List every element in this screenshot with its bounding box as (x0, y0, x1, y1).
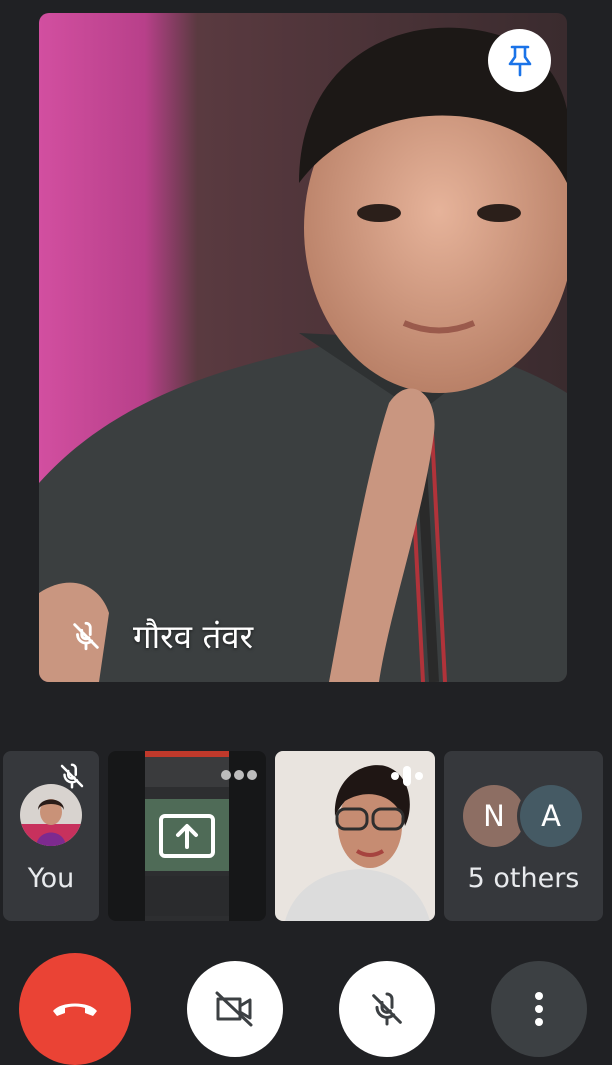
more-vert-icon (535, 992, 543, 1026)
avatar-initial: N (483, 799, 505, 833)
end-call-icon (53, 1003, 97, 1016)
main-video-tile[interactable]: गौरव तंवर (39, 13, 567, 682)
self-label: You (27, 863, 75, 894)
avatar: N (463, 785, 525, 847)
camera-tile[interactable] (275, 751, 435, 921)
mic-toggle-button[interactable] (339, 961, 435, 1057)
self-tile[interactable]: You (3, 751, 99, 921)
avatar (20, 784, 82, 846)
audio-level-icon (391, 766, 423, 786)
main-participant-name: गौरव तंवर (133, 617, 254, 656)
main-participant-label: गौरव तंवर (69, 613, 253, 658)
mic-off-icon (372, 992, 402, 1026)
others-tile[interactable]: N A 5 others (444, 751, 603, 921)
camera-toggle-button[interactable] (187, 961, 283, 1057)
call-controls (0, 953, 612, 1065)
camera-off-icon (215, 991, 253, 1027)
pin-button[interactable] (488, 29, 551, 92)
others-label: 5 others (467, 863, 580, 894)
mic-off-icon (73, 621, 99, 650)
avatar-initial: A (541, 799, 561, 833)
main-video-feed (39, 13, 567, 682)
present-screen-icon (159, 814, 215, 858)
pin-icon (508, 45, 531, 76)
more-options-button[interactable] (491, 961, 587, 1057)
more-dots-icon[interactable] (220, 769, 258, 781)
end-call-button[interactable] (19, 953, 131, 1065)
presentation-tile[interactable] (108, 751, 266, 921)
avatar: A (520, 785, 582, 847)
